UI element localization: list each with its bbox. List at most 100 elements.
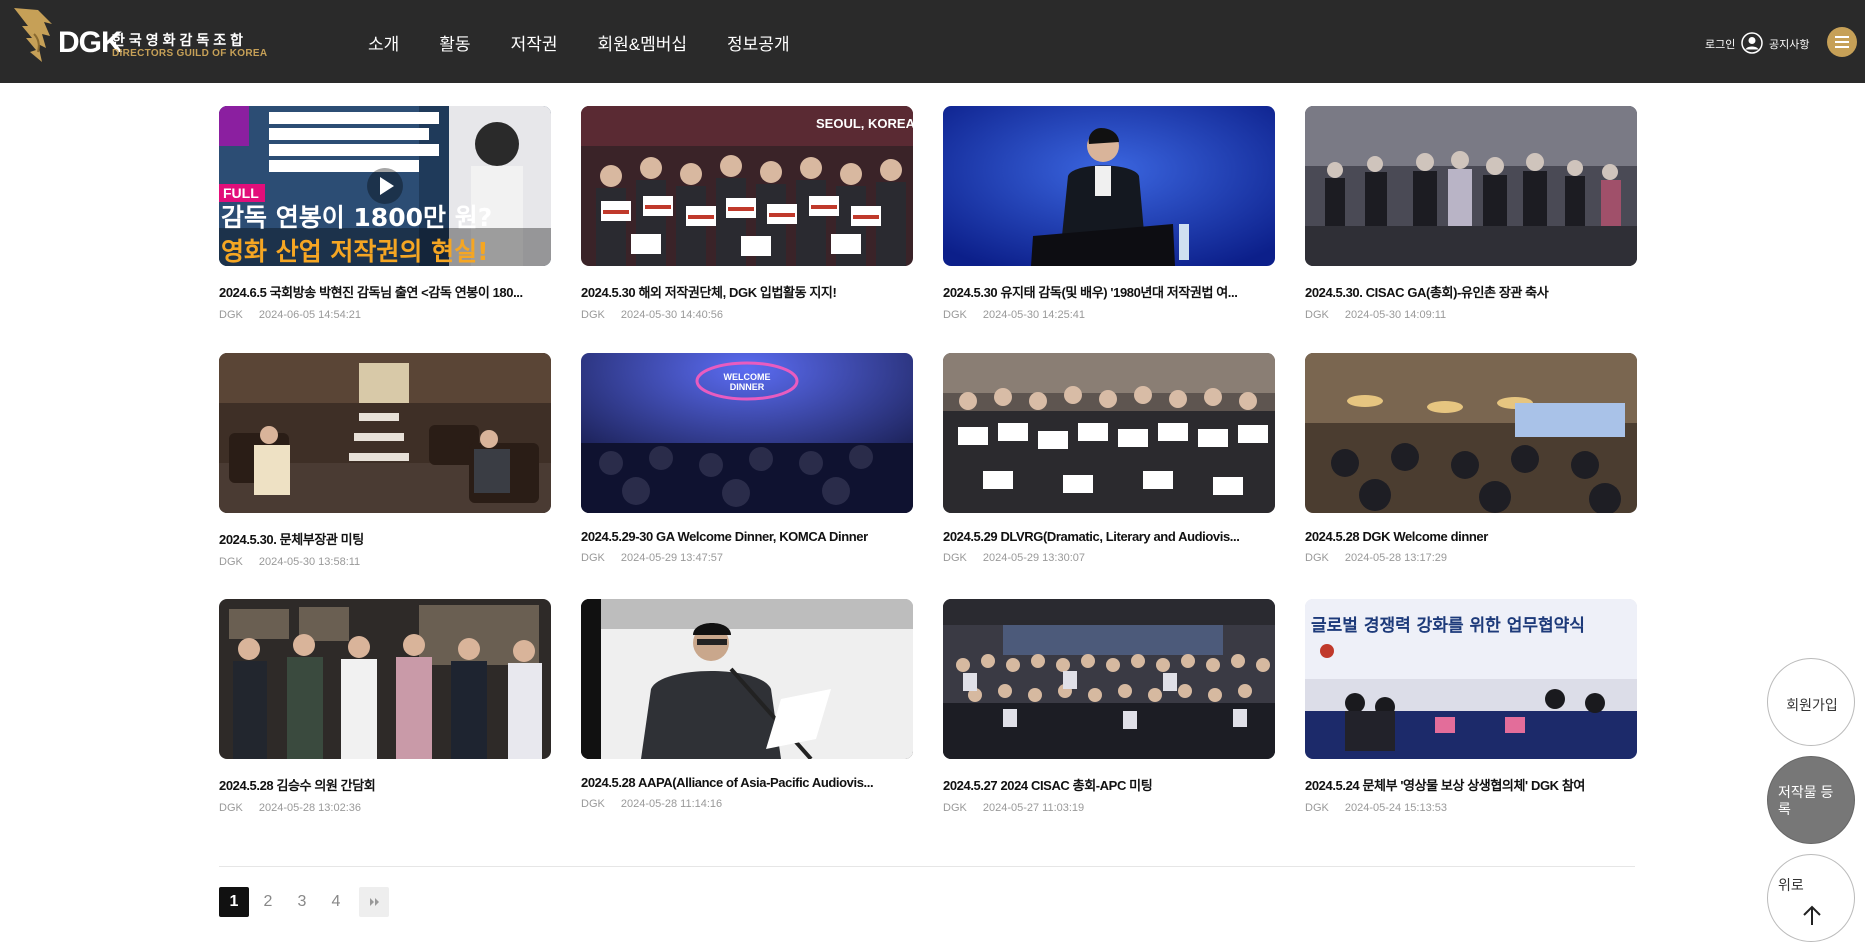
post-meta: DGK 2024-05-30 14:25:41	[943, 309, 1275, 321]
post-title[interactable]: 2024.5.30. CISAC GA(총회)-유인촌 장관 축사	[1305, 282, 1637, 301]
post-date: 2024-05-30 14:25:41	[982, 309, 1085, 321]
post-meta: DGK 2024-05-27 11:03:19	[943, 802, 1275, 814]
main-nav: 소개 활동 저작권 회원&멤버십 정보공개	[368, 30, 830, 55]
post-thumbnail[interactable]: 글로벌 경쟁력 강화를 위한 업무협약식	[1305, 599, 1637, 759]
post-title[interactable]: 2024.5.28 김승수 의원 간담회	[219, 775, 551, 794]
play-icon[interactable]	[367, 168, 403, 204]
arrow-up-icon	[1803, 905, 1821, 925]
post-title[interactable]: 2024.6.5 국회방송 박현진 감독님 출연 <감독 연봉이 180...	[219, 282, 551, 301]
post-card[interactable]: 2024.5.29 DLVRG(Dramatic, Literary and A…	[943, 353, 1275, 564]
nav-item-membership[interactable]: 회원&멤버십	[597, 30, 687, 55]
post-meta: DGK 2024-05-30 14:40:56	[581, 309, 913, 321]
post-date: 2024-05-30 13:58:11	[258, 556, 361, 568]
page-3-button[interactable]: 3	[287, 887, 317, 917]
login-link[interactable]: 로그인	[1705, 36, 1735, 52]
post-card[interactable]: 2024.5.30. 문체부장관 미팅 DGK 2024-05-30 13:58:…	[219, 353, 551, 568]
eagle-logo-icon	[14, 8, 52, 62]
nav-item-about[interactable]: 소개	[368, 30, 399, 55]
post-title[interactable]: 2024.5.30 유지태 감독(및 배우) '1980년대 저작권법 여...	[943, 282, 1275, 301]
join-label: 회원가입	[1786, 697, 1838, 713]
scroll-top-button[interactable]: 위로	[1767, 854, 1855, 942]
post-card[interactable]: 2024.5.28 AAPA(Alliance of Asia-Pacific …	[581, 599, 913, 810]
nav-item-copyright[interactable]: 저작권	[511, 30, 558, 55]
post-thumbnail[interactable]	[943, 353, 1275, 513]
post-thumbnail[interactable]	[219, 599, 551, 759]
register-label: 저작물 등록	[1778, 784, 1834, 817]
join-membership-button[interactable]: 회원가입	[1767, 658, 1855, 746]
protest-photo-image: SEOUL, KOREA	[581, 106, 913, 266]
post-title[interactable]: 2024.5.24 문체부 '영상물 보상 상생협의체' DGK 참여	[1305, 775, 1637, 794]
post-card[interactable]: 2024.5.28 DGK Welcome dinner DGK 2024-05-…	[1305, 353, 1637, 564]
menu-line-icon	[1835, 36, 1849, 38]
page-4-button[interactable]: 4	[321, 887, 351, 917]
post-card[interactable]: FULL 감독 연봉이 1800만 원? 영화 산업 저작권의 현실! 2024…	[219, 106, 551, 321]
next-page-button[interactable]	[359, 887, 389, 917]
notice-link[interactable]: 공지사항	[1769, 36, 1809, 52]
post-date: 2024-05-24 15:13:53	[1344, 802, 1447, 814]
post-title[interactable]: 2024.5.28 DGK Welcome dinner	[1305, 529, 1637, 544]
post-meta: DGK 2024-05-24 15:13:53	[1305, 802, 1637, 814]
post-date: 2024-05-30 14:40:56	[620, 309, 723, 321]
post-thumbnail[interactable]: WELCOME DINNER	[581, 353, 913, 513]
restaurant-photo-image	[1305, 353, 1637, 513]
office-group-photo-image	[219, 599, 551, 759]
speech-photo-image	[581, 599, 913, 759]
post-date: 2024-05-28 11:14:16	[620, 798, 723, 810]
post-author: DGK	[1305, 552, 1329, 564]
post-thumbnail[interactable]: FULL 감독 연봉이 1800만 원? 영화 산업 저작권의 현실!	[219, 106, 551, 266]
user-icon[interactable]	[1741, 32, 1763, 54]
post-card[interactable]: 2024.5.30 유지태 감독(및 배우) '1980년대 저작권법 여...…	[943, 106, 1275, 321]
post-title[interactable]: 2024.5.29 DLVRG(Dramatic, Literary and A…	[943, 529, 1275, 544]
thumb-headline-text: 감독 연봉이 1800만 원?	[221, 203, 492, 232]
post-author: DGK	[1305, 802, 1329, 814]
post-title[interactable]: 2024.5.28 AAPA(Alliance of Asia-Pacific …	[581, 775, 913, 790]
post-thumbnail[interactable]	[219, 353, 551, 513]
thumb-badge-text: FULL	[223, 185, 259, 201]
post-thumbnail[interactable]: SEOUL, KOREA	[581, 106, 913, 266]
agreement-ceremony-photo-image: 글로벌 경쟁력 강화를 위한 업무협약식	[1305, 599, 1637, 759]
post-title[interactable]: 2024.5.29-30 GA Welcome Dinner, KOMCA Di…	[581, 529, 913, 544]
post-thumbnail[interactable]	[581, 599, 913, 759]
post-author: DGK	[1305, 309, 1329, 321]
post-meta: DGK 2024-05-28 11:14:16	[581, 798, 913, 810]
post-card[interactable]: 2024.5.28 김승수 의원 간담회 DGK 2024-05-28 13:02…	[219, 599, 551, 814]
hamburger-menu-button[interactable]	[1827, 27, 1857, 57]
post-title[interactable]: 2024.5.30. 문체부장관 미팅	[219, 529, 551, 548]
post-title[interactable]: 2024.5.27 2024 CISAC 총회-APC 미팅	[943, 775, 1275, 794]
post-thumbnail[interactable]	[943, 106, 1275, 266]
post-card[interactable]: 2024.5.27 2024 CISAC 총회-APC 미팅 DGK 2024-0…	[943, 599, 1275, 814]
thumb-dinner-text: DINNER	[730, 382, 765, 392]
post-meta: DGK 2024-05-30 14:09:11	[1305, 309, 1637, 321]
post-card[interactable]: WELCOME DINNER 2024.5.29-30 GA Welcome D…	[581, 353, 913, 564]
dgk-logo[interactable]: DGK 한국영화감독조합 DIRECTORS GUILD OF KOREA	[8, 4, 267, 74]
big-group-photo-image	[943, 599, 1275, 759]
post-thumbnail[interactable]	[1305, 353, 1637, 513]
post-card[interactable]: SEOUL, KOREA 2024.5.30 해외 저작권단체, DGK 입법활…	[581, 106, 913, 321]
post-card[interactable]: 글로벌 경쟁력 강화를 위한 업무협약식 2024.5.24 문체부 '영상물 …	[1305, 599, 1637, 814]
post-date: 2024-05-28 13:17:29	[1344, 552, 1447, 564]
post-thumbnail[interactable]	[943, 599, 1275, 759]
post-author: DGK	[219, 802, 243, 814]
thumb-subline-text: 영화 산업 저작권의 현실!	[221, 237, 489, 266]
speaker-photo-image	[943, 106, 1275, 266]
thumb-caption-text: SEOUL, KOREA	[816, 116, 913, 131]
nav-item-activities[interactable]: 활동	[439, 30, 470, 55]
post-card[interactable]: 2024.5.30. CISAC GA(총회)-유인촌 장관 축사 DGK 202…	[1305, 106, 1637, 321]
thumb-welcome-text: WELCOME	[724, 372, 771, 382]
double-chevron-right-icon	[370, 898, 379, 906]
logo-korean-text: 한국영화감독조합	[112, 32, 248, 48]
menu-line-icon	[1835, 46, 1849, 48]
post-meta: DGK 2024-05-29 13:47:57	[581, 552, 913, 564]
post-meta: DGK 2024-05-30 13:58:11	[219, 556, 551, 568]
menu-line-icon	[1835, 41, 1849, 43]
post-thumbnail[interactable]	[1305, 106, 1637, 266]
page-2-button[interactable]: 2	[253, 887, 283, 917]
page-1-button[interactable]: 1	[219, 887, 249, 917]
nav-item-disclosure[interactable]: 정보공개	[727, 30, 790, 55]
register-work-button[interactable]: 저작물 등록	[1767, 756, 1855, 844]
post-title[interactable]: 2024.5.30 해외 저작권단체, DGK 입법활동 지지!	[581, 282, 913, 301]
post-author: DGK	[943, 309, 967, 321]
site-header: DGK 한국영화감독조합 DIRECTORS GUILD OF KOREA 소개…	[0, 0, 1865, 83]
post-date: 2024-06-05 14:54:21	[258, 309, 361, 321]
post-author: DGK	[219, 556, 243, 568]
